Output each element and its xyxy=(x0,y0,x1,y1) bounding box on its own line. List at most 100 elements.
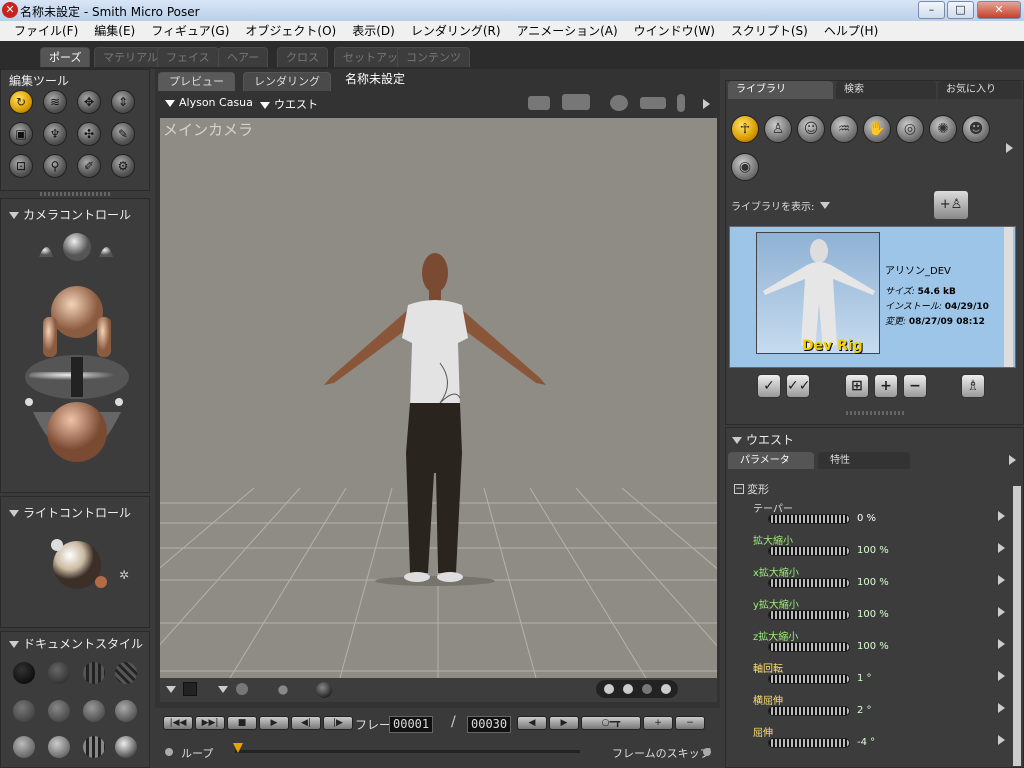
library-item-view[interactable]: Dev Rig アリソン_DEV サイズ: 54.6 kB インストール: 04… xyxy=(729,226,1016,368)
main-viewport[interactable]: メインカメラ xyxy=(160,118,717,678)
taper-tool-icon[interactable]: ♆ xyxy=(43,122,67,146)
collapse-group-icon[interactable]: − xyxy=(734,484,744,494)
param-menu-icon[interactable] xyxy=(998,511,1005,521)
menu-render[interactable]: レンダリング(R) xyxy=(403,21,509,41)
menu-help[interactable]: ヘルプ(H) xyxy=(816,21,886,41)
room-tab-content[interactable]: コンテンツ xyxy=(397,47,470,67)
add-folder-button[interactable]: ⊞ xyxy=(845,374,869,398)
style-outline-icon[interactable] xyxy=(48,662,70,684)
translate-tool-icon[interactable]: ✥ xyxy=(77,90,101,114)
param-dial[interactable] xyxy=(768,610,850,620)
add-keyframe-button[interactable]: + xyxy=(643,716,673,730)
background-color-swatch[interactable] xyxy=(183,682,197,696)
body-part-menu[interactable]: ウエスト xyxy=(260,96,318,112)
style-wireframe-icon[interactable] xyxy=(83,662,105,684)
figure-model[interactable] xyxy=(310,243,560,588)
hand-camera-icon[interactable] xyxy=(640,97,666,109)
panel-grip[interactable] xyxy=(40,192,110,196)
camera-select-icon[interactable] xyxy=(528,96,550,110)
menu-window[interactable]: ウインドウ(W) xyxy=(626,21,723,41)
add-to-scene-folder-icon[interactable]: +♙ xyxy=(934,191,968,219)
search-tab[interactable]: 検索 xyxy=(836,81,936,99)
item-thumbnail[interactable]: Dev Rig xyxy=(756,232,880,354)
menu-scripts[interactable]: スクリプト(S) xyxy=(723,21,816,41)
param-value[interactable]: 0 % xyxy=(857,513,876,524)
lights-category-icon[interactable]: ✺ xyxy=(929,115,957,143)
menu-animation[interactable]: アニメーション(A) xyxy=(509,21,626,41)
layout-dots[interactable] xyxy=(596,680,678,698)
param-menu-icon[interactable] xyxy=(998,575,1005,585)
stop-button[interactable]: ■ xyxy=(227,716,257,730)
translate-in-out-icon[interactable]: ⇕ xyxy=(111,90,135,114)
style-texture-shaded-icon[interactable] xyxy=(115,736,137,758)
morph-brush-icon[interactable]: ✐ xyxy=(77,154,101,178)
menu-file[interactable]: ファイル(F) xyxy=(6,21,86,41)
hair-category-icon[interactable]: ♒ xyxy=(830,115,858,143)
param-menu-icon[interactable] xyxy=(998,671,1005,681)
param-dial[interactable] xyxy=(768,514,850,524)
param-dial[interactable] xyxy=(768,578,850,588)
parameters-menu-icon[interactable] xyxy=(1009,455,1016,465)
library-options-button[interactable]: ♗ xyxy=(961,374,985,398)
style-silhouette-icon[interactable] xyxy=(13,662,35,684)
poses-category-icon[interactable]: ♙ xyxy=(764,115,792,143)
style-cartoon-icon[interactable] xyxy=(115,700,137,722)
style-flat-lined-icon[interactable] xyxy=(83,700,105,722)
keyframe-key-icon[interactable]: ○━┳ xyxy=(581,716,641,730)
skip-frames-radio[interactable] xyxy=(703,748,711,756)
tab-preview[interactable]: プレビュー xyxy=(158,72,235,91)
style-smooth-lined-icon[interactable] xyxy=(48,736,70,758)
go-to-end-button[interactable]: ▶▶| xyxy=(195,716,225,730)
param-dial[interactable] xyxy=(768,706,850,716)
param-dial[interactable] xyxy=(768,738,850,748)
loop-radio[interactable] xyxy=(165,748,173,756)
materials-category-icon[interactable]: ◉ xyxy=(731,153,759,181)
param-menu-icon[interactable] xyxy=(998,703,1005,713)
close-button[interactable]: ✕ xyxy=(977,1,1021,19)
view-magnifier-icon[interactable]: ⚲ xyxy=(43,154,67,178)
library-panel-grip[interactable] xyxy=(846,411,906,415)
style-lit-wireframe-icon[interactable] xyxy=(13,700,35,722)
direct-manipulation-icon[interactable]: ⚙ xyxy=(111,154,135,178)
current-frame-field[interactable]: 00001 xyxy=(389,716,434,733)
figures-category-icon[interactable]: ☥ xyxy=(731,115,759,143)
step-back-button[interactable]: ◀| xyxy=(291,716,321,730)
hands-category-icon[interactable]: ✋ xyxy=(863,115,891,143)
remove-from-library-button[interactable]: − xyxy=(903,374,927,398)
apply-library-preset-button[interactable]: ✓ xyxy=(757,374,781,398)
style-hidden-line-icon[interactable] xyxy=(115,662,137,684)
props-category-icon[interactable]: ◎ xyxy=(896,115,924,143)
expressions-category-icon[interactable]: ☺ xyxy=(797,115,825,143)
param-value[interactable]: 2 ° xyxy=(857,705,872,716)
style-texture-lined-icon[interactable] xyxy=(83,736,105,758)
color-tool-icon[interactable]: ✎ xyxy=(111,122,135,146)
camera-select-icon-2[interactable] xyxy=(562,94,590,110)
camera-controls-widget[interactable] xyxy=(19,227,134,482)
viewport-expand-icon[interactable] xyxy=(703,99,710,109)
ground-shadows-icon[interactable] xyxy=(272,681,294,699)
minimize-button[interactable]: – xyxy=(918,1,945,19)
room-tab-face[interactable]: フェイス xyxy=(157,47,219,67)
style-smooth-shaded-icon[interactable] xyxy=(13,736,35,758)
menu-edit[interactable]: 編集(E) xyxy=(86,21,143,41)
scale-tool-icon[interactable]: ▣ xyxy=(9,122,33,146)
prev-keyframe-button[interactable]: ◀ xyxy=(517,716,547,730)
flyaround-camera-icon[interactable] xyxy=(677,94,685,112)
step-forward-button[interactable]: |▶ xyxy=(323,716,353,730)
parameters-scrollbar[interactable] xyxy=(1013,486,1021,766)
tab-render[interactable]: レンダリング xyxy=(243,72,331,91)
room-tab-cloth[interactable]: クロス xyxy=(277,47,328,67)
chain-break-icon[interactable]: ✣ xyxy=(77,122,101,146)
foreground-color-icon[interactable] xyxy=(316,682,332,698)
param-value[interactable]: -4 ° xyxy=(857,737,875,748)
param-value[interactable]: 1 ° xyxy=(857,673,872,684)
total-frames-field[interactable]: 00030 xyxy=(467,716,512,733)
param-dial[interactable] xyxy=(768,674,850,684)
timeline-slider[interactable] xyxy=(235,750,580,753)
param-menu-icon[interactable] xyxy=(998,735,1005,745)
shadow-color-icon[interactable] xyxy=(236,683,248,695)
parameters-tab[interactable]: パラメータ xyxy=(728,452,814,469)
properties-tab[interactable]: 特性 xyxy=(818,452,910,469)
poser-app-icon[interactable]: ✕ xyxy=(2,2,18,18)
param-dial[interactable] xyxy=(768,546,850,556)
